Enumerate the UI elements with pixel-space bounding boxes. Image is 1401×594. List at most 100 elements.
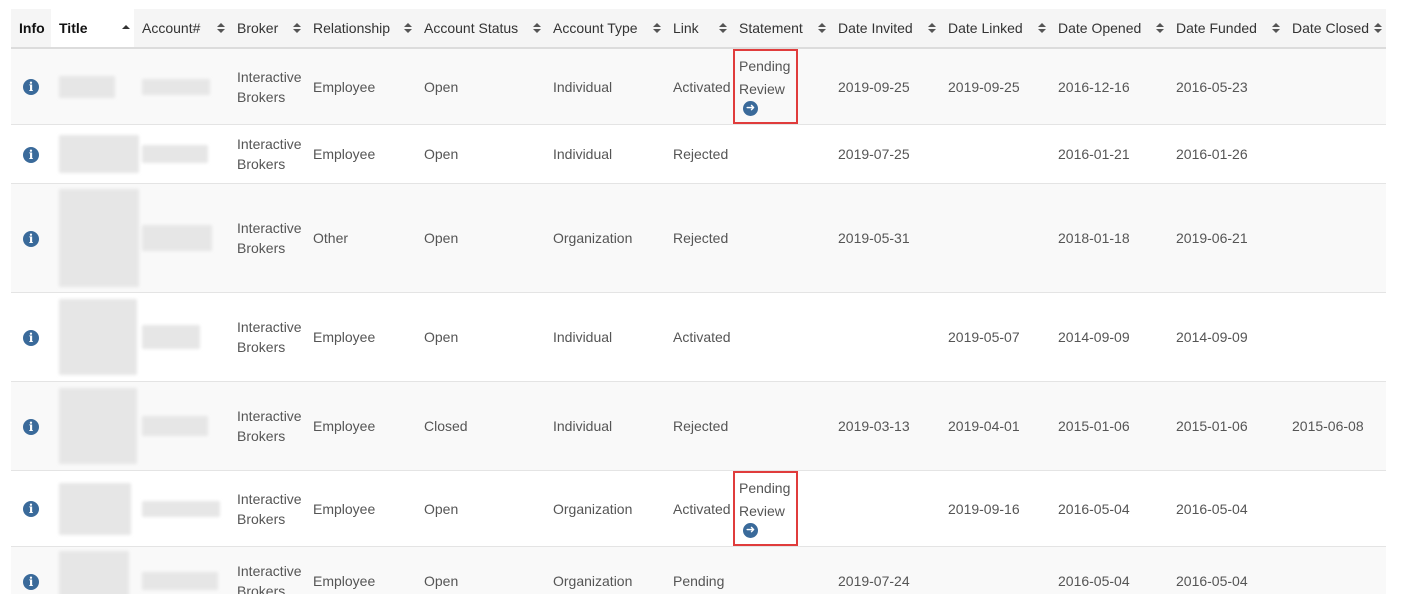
info-circle-icon[interactable]: i [23,79,39,95]
cell-date-opened: 2015-01-06 [1050,381,1168,471]
cell-relationship: Employee [305,381,416,471]
column-header-account[interactable]: Account# [134,9,229,49]
column-header-date-invited[interactable]: Date Invited [830,9,940,49]
scrollbar-track[interactable] [1386,0,1401,594]
redacted-account-number [142,145,208,163]
cell-date-closed [1284,183,1386,293]
info-circle-icon[interactable]: i [23,501,39,517]
table-row: i Interactive Brokers Employee Open Individu… [11,124,1386,184]
sort-icon[interactable] [217,9,225,46]
info-circle-icon[interactable]: i [23,146,39,163]
cell-statement [731,124,830,184]
cell-date-linked: 2019-04-01 [940,381,1050,471]
statement-status-text: Pending [739,480,791,496]
column-header-link[interactable]: Link [665,9,731,49]
cell-date-funded: 2016-05-04 [1168,470,1284,547]
cell-date-funded: 2016-05-23 [1168,48,1284,125]
cell-statement [731,546,830,594]
redacted-title [59,189,139,287]
redacted-account-number [142,500,220,517]
cell-date-opened: 2018-01-18 [1050,183,1168,293]
cell-link: Rejected [665,183,731,293]
redacted-title [59,75,115,98]
sort-icon[interactable] [533,9,541,46]
pending-review-link[interactable]: Pending Review ➜ [733,49,799,124]
column-header-broker[interactable]: Broker [229,9,305,49]
cell-date-linked: 2019-09-16 [940,470,1050,547]
column-header-label: Date Invited [838,20,913,36]
column-header-statement[interactable]: Statement [731,9,830,49]
cell-broker: Interactive Brokers [229,292,305,382]
cell-link: Activated [665,470,731,547]
redacted-title [59,388,137,464]
cell-statement: Pending Review ➜ [731,470,830,547]
info-circle-icon[interactable]: i [23,230,39,247]
column-header-label: Info [19,20,45,36]
sort-icon[interactable] [404,9,412,46]
cell-account-type: Organization [545,546,665,594]
cell-date-linked [940,183,1050,293]
cell-link: Rejected [665,124,731,184]
cell-title [51,183,139,293]
column-header-label: Account Status [424,20,519,36]
sort-icon[interactable] [1374,9,1382,46]
sort-icon[interactable] [928,9,936,46]
cell-date-invited [830,292,940,382]
column-header-account-type[interactable]: Account Type [545,9,665,49]
sort-icon[interactable] [293,9,301,46]
column-header-title[interactable]: Title [51,9,134,49]
sort-icon[interactable] [653,9,661,46]
cell-date-closed: 2015-06-08 [1284,381,1386,471]
accounts-table-container: Info Title Account# Broker Relationship Accou… [11,9,1386,594]
cell-account-number [134,292,229,382]
cell-statement [731,183,830,293]
cell-date-funded: 2019-06-21 [1168,183,1284,293]
cell-relationship: Employee [305,292,416,382]
sort-icon[interactable] [1272,9,1280,46]
arrow-circle-right-icon[interactable]: ➜ [743,523,758,538]
column-header-account-status[interactable]: Account Status [416,9,545,49]
cell-title [51,546,134,594]
cell-account-status: Closed [416,381,545,471]
sort-icon[interactable] [1038,9,1046,46]
sort-icon[interactable] [1156,9,1164,46]
cell-broker: Interactive Brokers [229,381,305,471]
sort-icon[interactable] [818,9,826,46]
cell-date-invited: 2019-07-24 [830,546,940,594]
sort-icon[interactable] [719,9,727,46]
column-header-label: Relationship [313,20,391,36]
column-header-date-opened[interactable]: Date Opened [1050,9,1168,49]
cell-info: i [11,183,51,293]
cell-date-invited: 2019-03-13 [830,381,940,471]
info-circle-icon[interactable]: i [23,418,39,435]
pending-review-link[interactable]: Pending Review ➜ [733,471,799,546]
column-header-label: Date Opened [1058,20,1142,36]
info-circle-icon[interactable]: i [23,573,39,590]
cell-date-linked [940,124,1050,184]
cell-date-invited: 2019-09-25 [830,48,940,125]
cell-account-type: Individual [545,292,665,382]
cell-statement: Pending Review ➜ [731,48,830,125]
column-header-relationship[interactable]: Relationship [305,9,416,49]
info-circle-icon[interactable]: i [23,329,39,346]
cell-broker: Interactive Brokers [229,48,305,125]
cell-account-number [134,48,229,125]
redacted-title [59,482,131,535]
cell-account-status: Open [416,124,545,184]
cell-account-number [134,381,229,471]
column-header-label: Link [673,20,699,36]
cell-link: Pending [665,546,731,594]
column-header-date-closed[interactable]: Date Closed [1284,9,1386,49]
redacted-account-number [142,225,212,251]
cell-broker: Interactive Brokers [229,470,305,547]
cell-account-type: Organization [545,470,665,547]
table-row: i Interactive Brokers Other Open Organizatio… [11,183,1386,293]
cell-info: i [11,292,51,382]
arrow-circle-right-icon[interactable]: ➜ [743,101,758,116]
cell-date-opened: 2016-12-16 [1050,48,1168,125]
cell-account-number [134,546,229,594]
cell-title [51,381,137,471]
column-header-date-funded[interactable]: Date Funded [1168,9,1284,49]
column-header-date-linked[interactable]: Date Linked [940,9,1050,49]
sort-ascending-icon[interactable] [122,9,130,46]
